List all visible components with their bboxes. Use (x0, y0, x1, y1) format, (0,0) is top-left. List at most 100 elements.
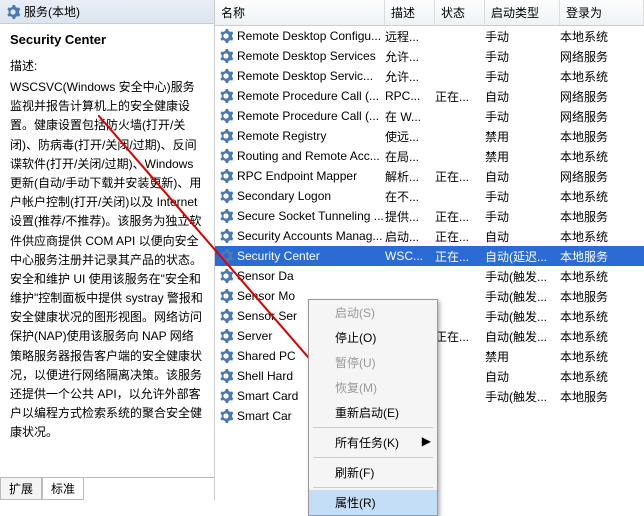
table-row[interactable]: Remote Procedure Call (...RPC...正在...自动网… (215, 86, 644, 106)
menu-pause[interactable]: 暂停(U) (309, 350, 437, 375)
table-row[interactable]: Routing and Remote Acc...在局...禁用本地系统 (215, 146, 644, 166)
service-logon: 网络服务 (560, 107, 644, 126)
gear-icon (219, 349, 233, 363)
service-startup: 手动 (485, 207, 560, 226)
service-name: Sensor Da (237, 269, 294, 283)
col-startup[interactable]: 启动类型 (485, 0, 560, 25)
service-logon (560, 415, 644, 417)
tab-extended[interactable]: 扩展 (0, 478, 42, 500)
gear-icon (219, 109, 233, 123)
description-text: WSCSVC(Windows 安全中心)服务监视并报告计算机上的安全健康设置。健… (10, 78, 204, 443)
service-name: Smart Card (237, 389, 298, 403)
service-desc: 允许... (385, 47, 435, 66)
menu-start[interactable]: 启动(S) (309, 300, 437, 325)
service-desc: 在 W... (385, 107, 435, 126)
service-name: Smart Car (237, 409, 292, 423)
service-desc: 远程... (385, 27, 435, 46)
table-row[interactable]: Remote Desktop Services允许...手动网络服务 (215, 46, 644, 66)
service-startup: 自动 (485, 167, 560, 186)
left-body: Security Center 描述: WSCSVC(Windows 安全中心)… (0, 24, 214, 477)
table-row[interactable]: Remote Desktop Configu...远程...手动本地系统 (215, 26, 644, 46)
service-logon: 本地服务 (560, 127, 644, 146)
service-name: Sensor Mo (237, 289, 295, 303)
service-logon: 本地系统 (560, 67, 644, 86)
chevron-right-icon: ▶ (422, 434, 431, 448)
service-logon: 本地服务 (560, 247, 644, 266)
service-desc: 解析... (385, 167, 435, 186)
service-startup: 自动 (485, 227, 560, 246)
service-name: Routing and Remote Acc... (237, 149, 380, 163)
table-row[interactable]: RPC Endpoint Mapper解析...正在...自动网络服务 (215, 166, 644, 186)
service-name: Remote Procedure Call (... (237, 89, 379, 103)
service-logon: 本地系统 (560, 147, 644, 166)
service-startup: 自动(延迟... (485, 247, 560, 266)
service-status (435, 415, 485, 417)
service-name: Remote Desktop Servic... (237, 69, 373, 83)
service-startup: 手动 (485, 47, 560, 66)
col-name[interactable]: 名称 (215, 0, 385, 25)
col-desc[interactable]: 描述 (385, 0, 435, 25)
gear-icon (219, 89, 233, 103)
menu-separator (313, 427, 433, 428)
service-name: Shell Hard (237, 369, 293, 383)
table-row[interactable]: Secondary Logon在不...手动本地系统 (215, 186, 644, 206)
service-startup: 手动 (485, 187, 560, 206)
service-logon: 本地服务 (560, 287, 644, 306)
service-logon: 本地系统 (560, 347, 644, 366)
service-name: Sensor Ser (237, 309, 297, 323)
service-logon: 网络服务 (560, 87, 644, 106)
table-row[interactable]: Secure Socket Tunneling ...提供...正在...手动本… (215, 206, 644, 226)
service-status (435, 315, 485, 317)
service-status (435, 375, 485, 377)
service-title: Security Center (10, 32, 204, 47)
menu-resume[interactable]: 恢复(M) (309, 375, 437, 400)
service-logon: 本地系统 (560, 27, 644, 46)
service-status (435, 115, 485, 117)
service-desc: 提供... (385, 207, 435, 226)
service-startup: 手动(触发... (485, 287, 560, 306)
menu-restart[interactable]: 重新启动(E) (309, 400, 437, 425)
col-logon[interactable]: 登录为 (560, 0, 644, 25)
table-row[interactable]: Remote Procedure Call (...在 W...手动网络服务 (215, 106, 644, 126)
service-logon: 本地系统 (560, 327, 644, 346)
service-status (435, 295, 485, 297)
table-row[interactable]: Remote Registry使远...禁用本地服务 (215, 126, 644, 146)
gear-icon (219, 409, 233, 423)
gear-icon (219, 69, 233, 83)
gear-icon (219, 149, 233, 163)
table-row[interactable]: Remote Desktop Servic...允许...手动本地系统 (215, 66, 644, 86)
col-status[interactable]: 状态 (435, 0, 485, 25)
menu-properties[interactable]: 属性(R) (309, 490, 437, 515)
service-name: Remote Desktop Configu... (237, 29, 381, 43)
gear-icon (219, 269, 233, 283)
gear-icon (219, 129, 233, 143)
gear-icon (219, 229, 233, 243)
bottom-tabs: 扩展 标准 (0, 477, 214, 500)
menu-stop[interactable]: 停止(O) (309, 325, 437, 350)
service-desc: 在局... (385, 147, 435, 166)
menu-all-tasks[interactable]: 所有任务(K)▶ (309, 430, 437, 455)
service-logon: 本地系统 (560, 187, 644, 206)
service-status (435, 135, 485, 137)
service-logon: 本地服务 (560, 207, 644, 226)
service-status (435, 395, 485, 397)
table-row[interactable]: Security CenterWSC...正在...自动(延迟...本地服务 (215, 246, 644, 266)
menu-refresh[interactable]: 刷新(F) (309, 460, 437, 485)
service-status: 正在... (435, 227, 485, 246)
service-name: Security Center (237, 249, 320, 263)
service-status: 正在... (435, 327, 485, 346)
service-startup: 自动 (485, 87, 560, 106)
service-logon: 网络服务 (560, 167, 644, 186)
service-status (435, 75, 485, 77)
service-logon: 本地服务 (560, 387, 644, 406)
service-desc: 在不... (385, 187, 435, 206)
service-name: RPC Endpoint Mapper (237, 169, 357, 183)
gear-icon (219, 249, 233, 263)
table-row[interactable]: Security Accounts Manag...启动...正在...自动本地… (215, 226, 644, 246)
service-desc: RPC... (385, 88, 435, 104)
table-row[interactable]: Sensor Da手动(触发...本地系统 (215, 266, 644, 286)
service-name: Server (237, 329, 272, 343)
service-startup: 自动(触发... (485, 327, 560, 346)
service-startup: 手动(触发... (485, 307, 560, 326)
tab-standard[interactable]: 标准 (42, 478, 84, 500)
